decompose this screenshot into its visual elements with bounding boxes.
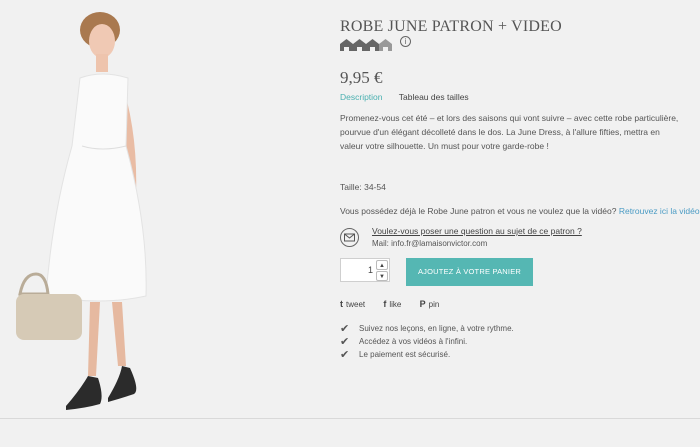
difficulty-level: i: [340, 36, 411, 56]
twitter-icon: t: [340, 299, 343, 309]
pinterest-icon: P: [419, 299, 426, 309]
tab-description[interactable]: Description: [340, 92, 383, 102]
quantity-value[interactable]: 1: [368, 265, 373, 275]
info-icon[interactable]: i: [400, 36, 411, 47]
add-to-cart-button[interactable]: AJOUTEZ À VOTRE PANIER: [406, 258, 533, 286]
footer-divider: [0, 418, 700, 419]
question-block: Voulez-vous poser une question au sujet …: [340, 226, 685, 254]
video-only-link[interactable]: Retrouvez ici la vidéo seule.: [619, 206, 700, 216]
product-image: [8, 6, 158, 416]
product-tabs: Description Tableau des tailles: [340, 92, 469, 102]
feature-text: Suivez nos leçons, en ligne, à votre ryt…: [359, 324, 514, 333]
feature-text: Le paiement est sécurisé.: [359, 350, 451, 359]
house-icon: [353, 39, 366, 56]
tweet-button[interactable]: t tweet: [340, 299, 366, 309]
product-description: Promenez-vous cet été – et lors des sais…: [340, 113, 679, 151]
check-icon: ✔: [340, 323, 350, 335]
social-share: t tweet f like Ppin: [340, 299, 455, 309]
tweet-label: tweet: [346, 300, 366, 309]
check-icon: ✔: [340, 349, 350, 361]
tab-size-chart[interactable]: Tableau des tailles: [399, 92, 469, 102]
house-icon: [366, 39, 379, 56]
mail-icon: [340, 228, 359, 247]
contact-email: Mail: info.fr@lamaisonvictor.com: [372, 239, 488, 248]
quantity-stepper[interactable]: 1 ▲ ▼: [340, 258, 390, 282]
product-price: 9,95 €: [340, 68, 383, 87]
like-button[interactable]: f like: [383, 299, 402, 309]
size-range: Taille: 34-54: [340, 182, 386, 192]
ask-question-link[interactable]: Voulez-vous poser une question au sujet …: [372, 226, 582, 236]
quantity-up-icon[interactable]: ▲: [376, 260, 388, 270]
pin-button[interactable]: Ppin: [419, 299, 440, 309]
video-note-text: Vous possédez déjà le Robe June patron e…: [340, 206, 617, 216]
product-title: ROBE JUNE PATRON + VIDEO: [340, 18, 562, 35]
pin-label: pin: [428, 300, 440, 309]
quantity-down-icon[interactable]: ▼: [376, 271, 388, 281]
facebook-icon: f: [383, 299, 387, 309]
feature-text: Accédez à vos vidéos à l'infini.: [359, 337, 468, 346]
video-only-note: Vous possédez déjà le Robe June patron e…: [340, 206, 700, 216]
like-label: like: [389, 300, 402, 309]
house-icon: [340, 39, 353, 56]
house-icon: [379, 39, 392, 56]
check-icon: ✔: [340, 336, 350, 348]
